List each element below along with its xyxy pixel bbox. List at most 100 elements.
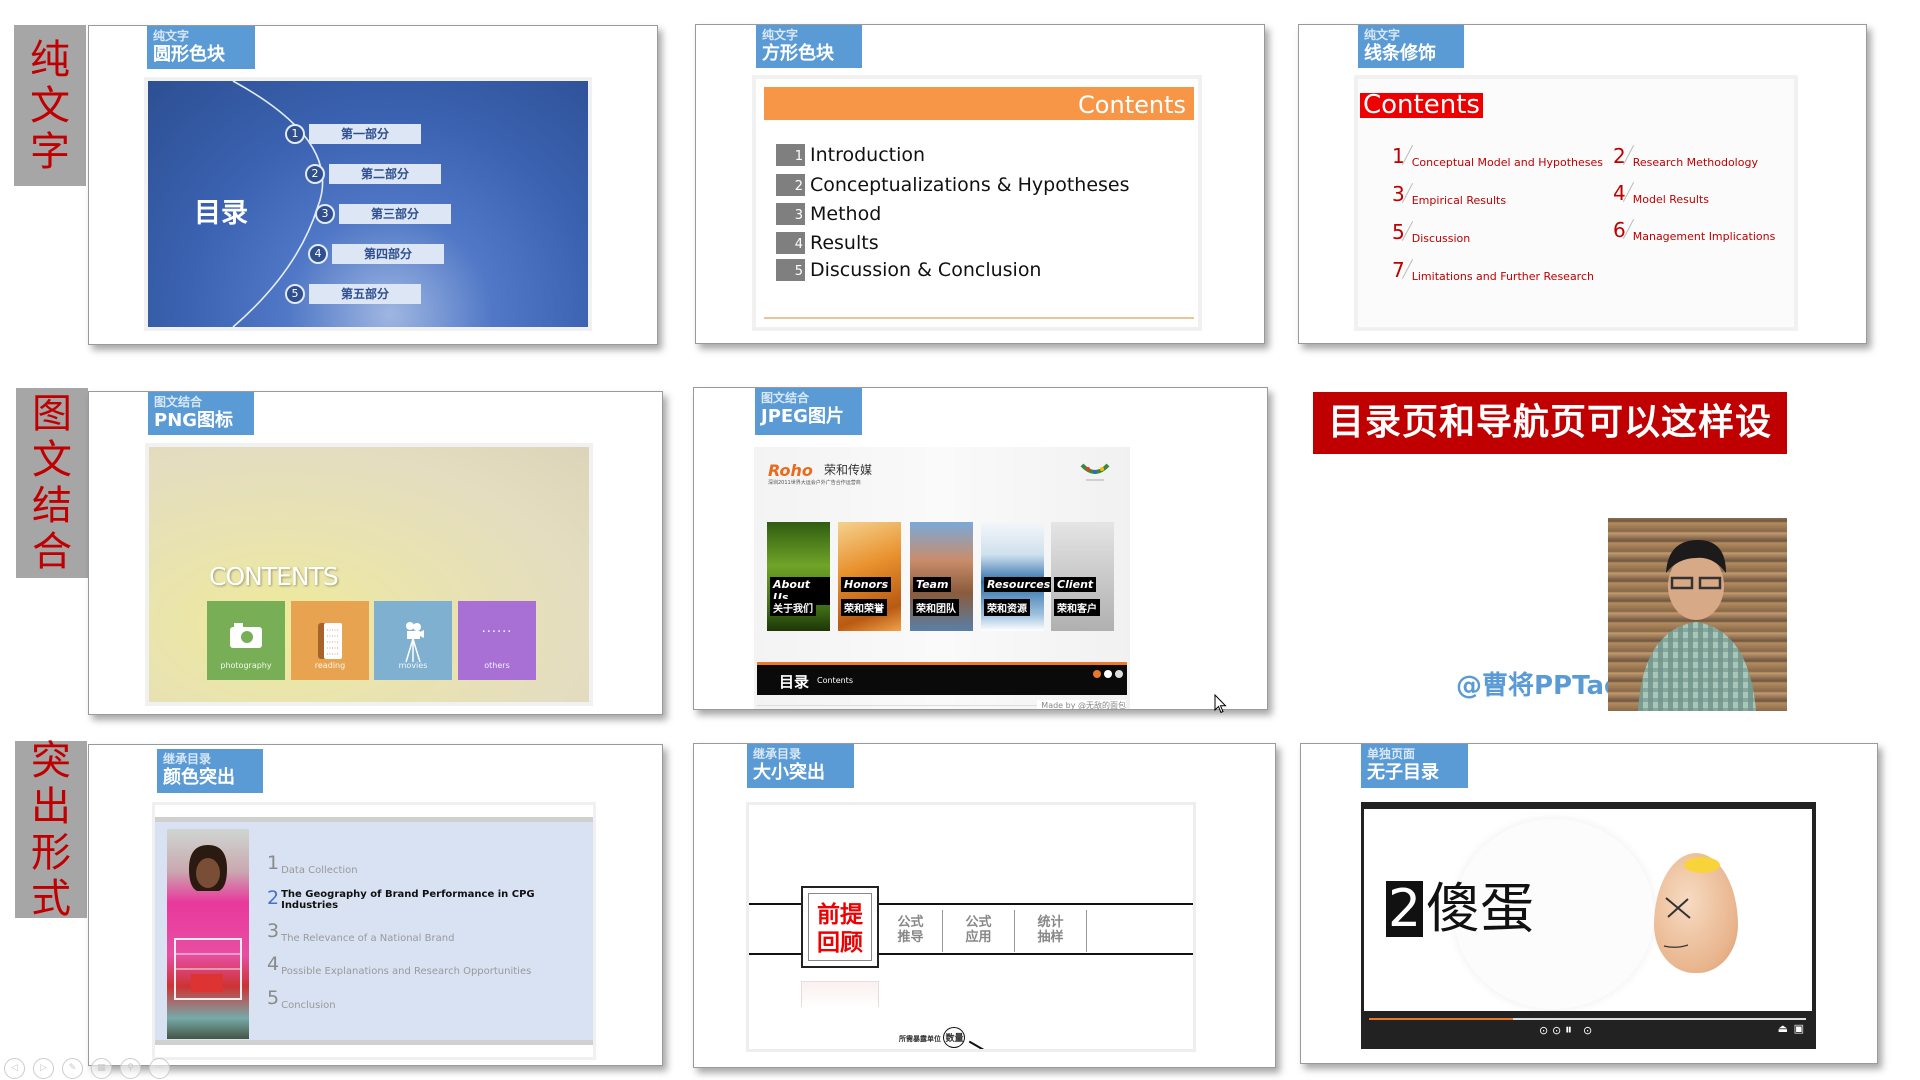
toc-item: 4 Results (776, 232, 879, 254)
item-label: 第三部分 (339, 204, 451, 224)
slide-title: 目录 (194, 198, 248, 229)
card-tag: 纯文字 线条修饰 (1358, 25, 1464, 68)
fullscreen-button[interactable]: ▣ (1794, 1022, 1804, 1035)
toc-item: 4 Model Results (1613, 181, 1709, 206)
author-photo (1608, 518, 1787, 711)
next-button[interactable]: ⊙ (1583, 1024, 1592, 1037)
side-tab-pure-text: 纯 文 字 (14, 25, 86, 186)
tile-others: ······ others (458, 601, 536, 680)
card-square-blocks[interactable]: 纯文字 方形色块 Contents 1 Introduction 2 Conce… (695, 24, 1265, 344)
toc-item: 1 Introduction (776, 144, 925, 166)
toc-item: 6 Management Implications (1613, 218, 1776, 243)
toc-item: 1 Conceptual Model and Hypotheses (1392, 144, 1603, 169)
section-title: 2 傻蛋 (1386, 877, 1535, 940)
toc-item: 5 Discussion (1392, 220, 1471, 245)
side-tab-image-text: 图 文 结 合 (16, 388, 88, 578)
pause-button[interactable]: ⏸ (1565, 1022, 1572, 1038)
eject-button[interactable]: ⏏ (1778, 1022, 1788, 1035)
tile-team[interactable]: Team 荣和团队 (910, 522, 973, 631)
more-options-button[interactable]: ··· (149, 1058, 170, 1079)
item-number: 5 (285, 284, 305, 304)
card-jpeg-images[interactable]: 图文结合 JPEG图片 Roho 荣和传媒 深圳2011世界大运会户外广告合作运… (693, 387, 1268, 710)
slide-preview: 1 Data Collection 2 The Geography of Bra… (155, 805, 593, 1057)
tile-movies: movies (374, 601, 452, 680)
shopper-photo (167, 829, 249, 1039)
next-slide-button[interactable]: ▷ (33, 1058, 54, 1079)
toc-item: 4 Possible Explanations and Research Opp… (267, 953, 532, 977)
toc-item: 2 Conceptualizations & Hypotheses (776, 174, 1130, 196)
item-number: 1 (285, 124, 305, 144)
toc-cell: 公式 应用 (943, 910, 1015, 952)
pen-button[interactable]: ✎ (62, 1058, 83, 1079)
film-camera-icon (405, 622, 424, 663)
item-number: 4 (308, 244, 328, 264)
item-number: 2 (305, 164, 325, 184)
toc-cell: 统计 抽样 (1015, 910, 1087, 952)
caption: 所需暴露单位 数量 (899, 1027, 986, 1049)
emblem-icon (1080, 463, 1110, 481)
card-tag: 纯文字 方形色块 (756, 25, 862, 68)
card-size-highlight[interactable]: 继承目录 大小突出 公式 推导 公式 应用 统计 抽样 前提 回顾 所需暴露单位… (693, 743, 1276, 1068)
person-icon (1638, 540, 1756, 711)
toc-item: 3 Method (776, 203, 881, 225)
magnifier-icon: 数量 (943, 1027, 966, 1048)
contents-header: CONTENTS (209, 562, 339, 591)
item-label: 第一部分 (309, 124, 421, 144)
reflection (801, 981, 879, 1007)
mouse-cursor-icon (1214, 694, 1227, 714)
slide-preview: CONTENTS photography reading movies ····… (149, 447, 589, 702)
toc-item: 5 Conclusion (267, 987, 336, 1011)
stop-button[interactable]: ⊙ (1539, 1024, 1548, 1037)
card-line-decoration[interactable]: 纯文字 线条修饰 Contents 1 Conceptual Model and… (1298, 24, 1867, 344)
divider (764, 317, 1194, 319)
footer-bar: 目录 Contents (757, 662, 1127, 695)
card-tag: 图文结合 PNG图标 (148, 392, 254, 435)
camera-icon (230, 623, 262, 648)
previous-button[interactable]: ⊙ (1552, 1024, 1561, 1037)
video-player[interactable]: 2 傻蛋 ⊙ ⊙ ⏸ ⊙ ⏏ ▣ (1361, 802, 1816, 1049)
contents-header: Contents (1360, 92, 1483, 118)
toc-item: 3 Empirical Results (1392, 182, 1507, 207)
progress-bar[interactable] (1369, 1018, 1806, 1020)
previous-slide-button[interactable]: ◁ (4, 1058, 25, 1079)
card-tag: 图文结合 JPEG图片 (755, 388, 862, 435)
more-dots-icon: ······ (481, 625, 513, 640)
toc-item: 2 Research Methodology (1613, 144, 1758, 169)
item-label: 第四部分 (332, 244, 444, 264)
page-dot[interactable] (1093, 670, 1101, 678)
tile-resources[interactable]: Resources 荣和资源 (981, 522, 1054, 631)
toc-item: 1 Data Collection (267, 852, 358, 876)
tile-client[interactable]: Client 荣和客户 (1051, 522, 1114, 631)
card-round-blocks[interactable]: 纯文字 圆形色块 目录 1 第一部分 2 第二部分 3 第三部分 4 第四部分 … (88, 25, 658, 345)
card-tag: 纯文字 圆形色块 (147, 26, 255, 69)
slide-preview: 目录 1 第一部分 2 第二部分 3 第三部分 4 第四部分 5 第五部分 (148, 81, 588, 327)
brand-name: 荣和传媒 (824, 463, 873, 477)
tile-about-us[interactable]: About Us 关于我们 (767, 522, 830, 631)
toc-cell: 公式 推导 (879, 910, 943, 952)
page-dot[interactable] (1104, 670, 1112, 678)
toc-item-active: 2 The Geography of Brand Performance in … (267, 887, 535, 911)
progress-fill (1369, 1018, 1514, 1020)
card-color-highlight[interactable]: 继承目录 颜色突出 1 Data Collection 2 The Geogra… (88, 744, 663, 1066)
credit-text: Made by @无敌的面包 (1037, 700, 1126, 709)
contents-header-bar: Contents (764, 87, 1194, 120)
slides-grid-button[interactable]: ▦ (91, 1058, 112, 1079)
slide-preview: Contents 1 Introduction 2 Conceptualizat… (756, 79, 1198, 327)
author-handle: @曹将PPTao (1456, 671, 1622, 701)
slide-preview: Contents 1 Conceptual Model and Hypothes… (1358, 79, 1794, 327)
page-dot[interactable] (1115, 670, 1123, 678)
item-label: 第五部分 (309, 284, 421, 304)
brand-logo: Roho (768, 461, 813, 480)
item-label: 第二部分 (329, 164, 441, 184)
slide-preview: 公式 推导 公式 应用 统计 抽样 前提 回顾 所需暴露单位 数量 (746, 802, 1196, 1052)
card-png-icons[interactable]: 图文结合 PNG图标 CONTENTS photography reading … (88, 391, 663, 715)
card-tag: 继承目录 大小突出 (747, 744, 854, 788)
page-title-banner: 目录页和导航页可以这样设计 (1313, 392, 1787, 505)
card-no-sub-toc[interactable]: 单独页面 无子目录 2 傻蛋 ⊙ ⊙ ⏸ ⊙ ⏏ ▣ (1300, 743, 1878, 1064)
zoom-button[interactable]: ⚲ (120, 1058, 141, 1079)
side-tab-highlight: 突 出 形 式 (15, 738, 87, 922)
toc-item: 3 The Relevance of a National Brand (267, 920, 455, 944)
tile-honors[interactable]: Honors 荣和荣誉 (838, 522, 901, 631)
card-tag: 单独页面 无子目录 (1361, 744, 1468, 788)
toc-item: 7 Limitations and Further Research (1392, 258, 1594, 283)
